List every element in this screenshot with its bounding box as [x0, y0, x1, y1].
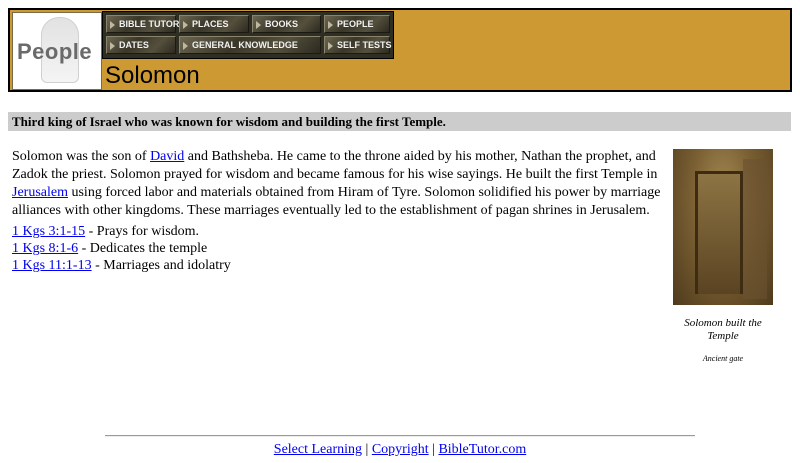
- footer-divider: [105, 435, 695, 437]
- reference-item: 1 Kgs 11:1-13 - Marriages and idolatry: [12, 257, 412, 274]
- link-jerusalem[interactable]: Jerusalem: [12, 185, 68, 200]
- ancient-gate-photo: [673, 149, 773, 305]
- body-text-1: Solomon was the son of: [12, 149, 151, 164]
- biography-text: Solomon was the son of David and Bathshe…: [12, 148, 662, 220]
- reference-text: - Marriages and idolatry: [91, 258, 231, 273]
- reference-text: - Prays for wisdom.: [85, 224, 200, 239]
- reference-item: 1 Kgs 8:1-6 - Dedicates the temple: [12, 240, 412, 257]
- nav-dates[interactable]: Dates: [106, 36, 176, 54]
- footer-link-select-learning[interactable]: Select Learning: [274, 442, 362, 457]
- nav-people[interactable]: People: [324, 15, 390, 33]
- photo-credit: Ancient gate: [702, 354, 744, 363]
- page-title: Solomon: [105, 62, 200, 89]
- footer-link-bibletutor[interactable]: BibleTutor.com: [438, 442, 526, 457]
- link-david[interactable]: David: [150, 149, 184, 164]
- nav-general-knowledge[interactable]: General Knowledge: [179, 36, 321, 54]
- stone-wall-shape: [743, 159, 767, 299]
- footer-separator: |: [428, 442, 439, 457]
- reference-text: - Dedicates the temple: [78, 241, 208, 256]
- reference-link[interactable]: 1 Kgs 3:1-15: [12, 224, 85, 239]
- nav-self-tests[interactable]: Self Tests: [324, 36, 392, 54]
- nav-places[interactable]: Places: [179, 15, 249, 33]
- nav-books[interactable]: Books: [252, 15, 321, 33]
- photo-caption: Solomon built the Temple: [684, 317, 762, 342]
- summary-bar: Third king of Israel who was known for w…: [8, 112, 791, 131]
- nav-menu: Bible Tutor Places Books People Dates Ge…: [102, 11, 394, 59]
- reference-link[interactable]: 1 Kgs 11:1-13: [12, 258, 92, 273]
- nav-bible-tutor[interactable]: Bible Tutor: [106, 15, 179, 33]
- footer-links: Select Learning | Copyright | BibleTutor…: [0, 442, 800, 458]
- footer-separator: |: [362, 442, 372, 457]
- people-logo[interactable]: People: [12, 12, 102, 90]
- body-text-3: using forced labor and materials obtaine…: [12, 185, 661, 218]
- reference-item: 1 Kgs 3:1-15 - Prays for wisdom.: [12, 223, 412, 240]
- logo-text: People: [17, 39, 93, 64]
- scripture-references: 1 Kgs 3:1-15 - Prays for wisdom. 1 Kgs 8…: [12, 223, 412, 274]
- gate-doorway-shape: [695, 171, 743, 294]
- site-header: People Bible Tutor Places Books People D…: [8, 8, 792, 92]
- reference-link[interactable]: 1 Kgs 8:1-6: [12, 241, 78, 256]
- footer-link-copyright[interactable]: Copyright: [372, 442, 429, 457]
